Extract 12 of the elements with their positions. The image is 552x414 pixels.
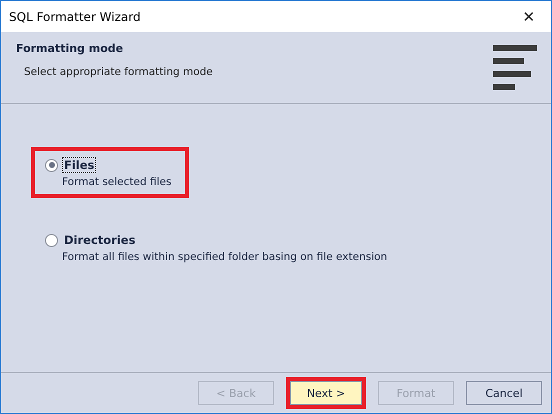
radio-button[interactable] (45, 234, 58, 246)
window-title: SQL Formatter Wizard (9, 10, 141, 24)
option-label: Directories (63, 232, 136, 248)
option-description: Format all files within specified folder basing on file extension (61, 251, 388, 263)
option-label: Files (62, 157, 96, 173)
page-subtitle: Select appropriate formatting mode (23, 66, 213, 78)
wizard-button[interactable]: Cancel (466, 381, 542, 405)
align-left-icon (493, 45, 537, 90)
radio-button[interactable] (45, 158, 58, 172)
close-button[interactable]: ✕ (507, 1, 551, 32)
page-title: Formatting mode (16, 42, 124, 55)
option-description: Format selected files (61, 176, 172, 188)
